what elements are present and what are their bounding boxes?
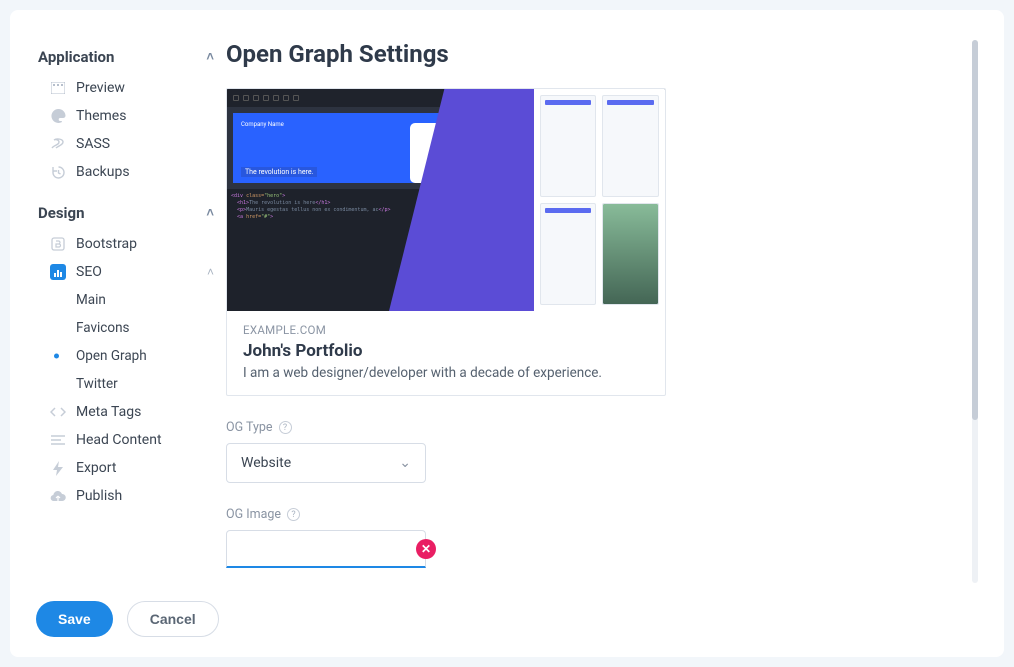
bootstrap-icon [50,236,66,252]
mock-company: Company Name [241,121,284,128]
nav-label: Themes [76,108,126,124]
nav-head-content[interactable]: Head Content [36,426,216,454]
chevron-down-icon: ⌄ [399,455,411,471]
clear-icon[interactable]: ✕ [416,539,436,559]
main-panel: Open Graph Settings Company Name The rev… [226,40,978,583]
nav-label: SEO [76,264,102,280]
nav-meta-tags[interactable]: Meta Tags [36,398,216,426]
nav-seo-favicons[interactable]: Favicons [36,314,216,342]
sass-icon [50,136,66,152]
nav-label: Export [76,460,116,476]
og-description: I am a web designer/developer with a dec… [243,365,649,381]
film-icon [50,80,66,96]
section-title: Application [38,48,114,66]
palette-icon [50,108,66,124]
nav-seo-main[interactable]: Main [36,286,216,314]
section-application[interactable]: Application ˄ [36,40,216,74]
nav-seo[interactable]: SEO ˄ [36,258,216,286]
nav-themes[interactable]: Themes [36,102,216,130]
history-icon [50,164,66,180]
og-preview-meta: EXAMPLE.COM John's Portfolio I am a web … [227,311,665,395]
help-icon[interactable]: ? [279,421,292,434]
help-icon[interactable]: ? [287,508,300,521]
cancel-button[interactable]: Cancel [127,601,219,637]
og-image-input[interactable] [226,530,426,568]
section-title: Design [38,204,85,222]
og-type-value: Website [241,455,291,471]
nav-label: SASS [76,136,110,152]
nav-preview[interactable]: Preview [36,74,216,102]
nav-label: Head Content [76,432,162,448]
nav-label: Bootstrap [76,236,137,252]
nav-seo-open-graph[interactable]: Open Graph [36,342,216,370]
og-preview-card: Company Name The revolution is here. <di… [226,88,666,396]
nav-seo-twitter[interactable]: Twitter [36,370,216,398]
footer: Save Cancel [36,583,978,637]
nav-label: Backups [76,164,130,180]
chevron-up-icon: ˄ [206,205,214,221]
section-design[interactable]: Design ˄ [36,196,216,230]
nav-backups[interactable]: Backups [36,158,216,186]
og-image-label: OG Image ? [226,507,958,522]
mock-tagline: The revolution is here. [241,167,317,177]
og-domain: EXAMPLE.COM [243,323,649,337]
chevron-up-icon: ˄ [206,49,214,65]
scrollbar-thumb[interactable] [972,40,978,420]
og-image-field: ✕ [226,530,426,568]
og-type-select[interactable]: Website ⌄ [226,443,426,483]
scrollbar[interactable] [972,40,978,583]
main-scroll[interactable]: Open Graph Settings Company Name The rev… [226,40,972,583]
nav-publish[interactable]: Publish [36,482,216,510]
chart-icon [50,264,66,280]
lines-icon [50,432,66,448]
code-icon [50,404,66,420]
nav-label: Open Graph [76,348,147,364]
nav-sass[interactable]: SASS [36,130,216,158]
content-row: Application ˄ Preview Themes SASS [36,40,978,583]
nav-label: Meta Tags [76,404,141,420]
page-title: Open Graph Settings [226,40,958,68]
bolt-icon [50,460,66,476]
nav-label: Favicons [76,320,130,336]
og-preview-image: Company Name The revolution is here. <di… [227,89,665,311]
og-title: John's Portfolio [243,341,649,361]
nav-bootstrap[interactable]: Bootstrap [36,230,216,258]
cloud-upload-icon [50,488,66,504]
og-type-label: OG Type ? [226,420,958,435]
settings-window: Application ˄ Preview Themes SASS [10,10,1004,657]
nav-label: Twitter [76,376,118,392]
sidebar: Application ˄ Preview Themes SASS [36,40,226,583]
save-button[interactable]: Save [36,601,113,637]
nav-export[interactable]: Export [36,454,216,482]
chevron-up-icon: ˄ [207,265,214,279]
nav-label: Main [76,292,106,308]
nav-label: Publish [76,488,122,504]
nav-label: Preview [76,80,125,96]
